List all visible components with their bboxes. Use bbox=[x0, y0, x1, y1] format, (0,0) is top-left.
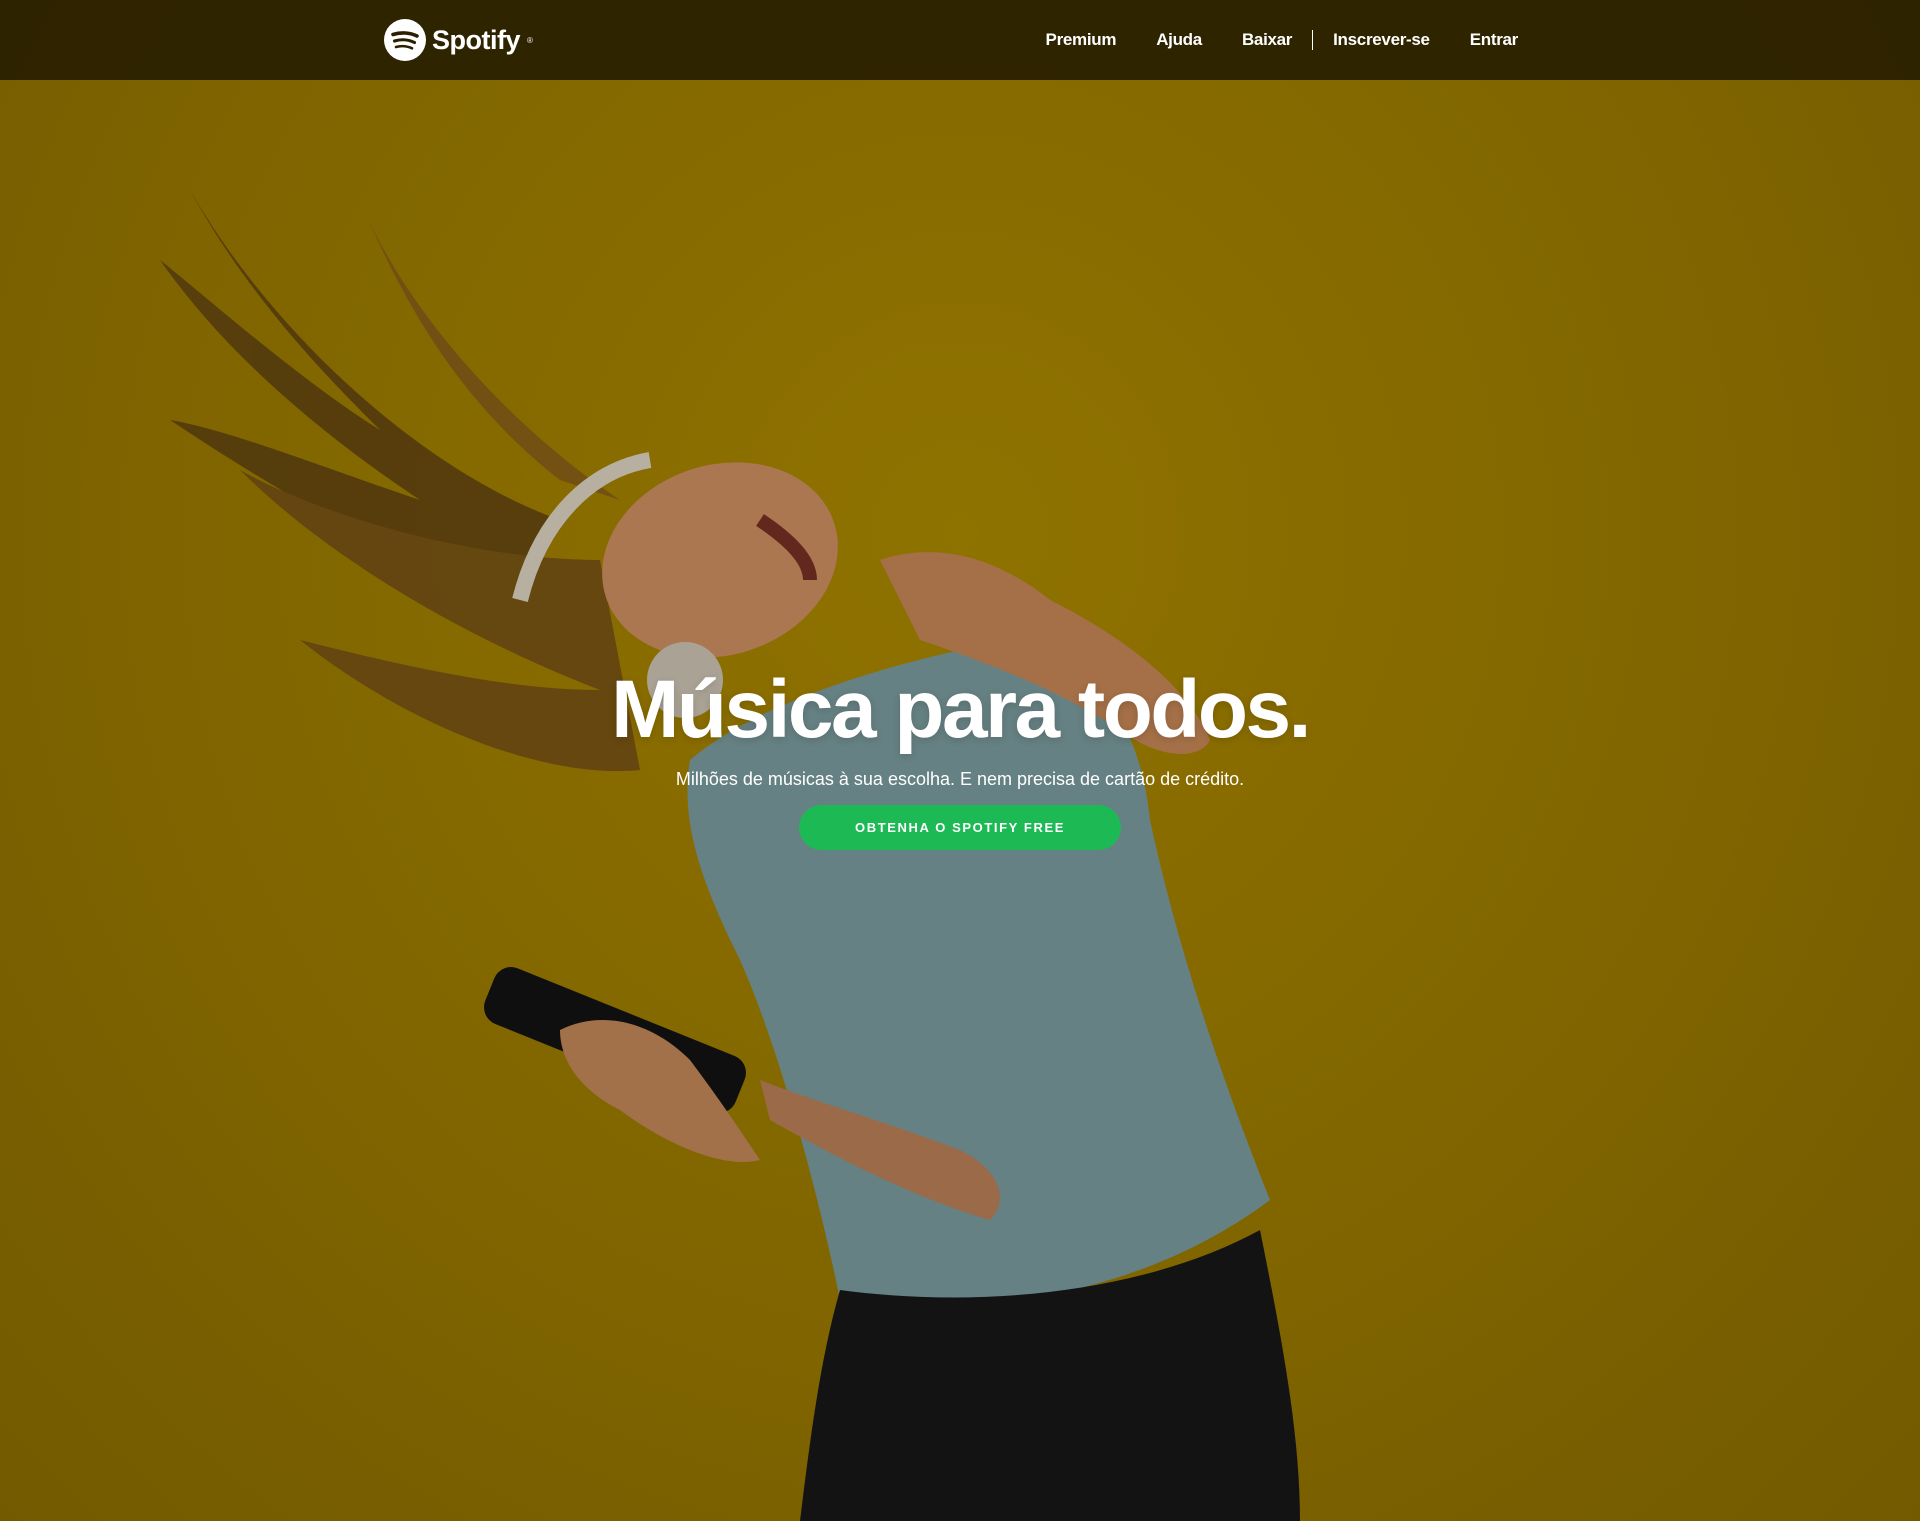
nav-link-ajuda[interactable]: Ajuda bbox=[1156, 30, 1202, 50]
nav-divider bbox=[1312, 30, 1314, 50]
brand-name: Spotify bbox=[432, 24, 521, 55]
spotify-logo-link[interactable]: Spotify ® bbox=[384, 19, 533, 61]
nav-link-baixar[interactable]: Baixar bbox=[1242, 30, 1292, 50]
top-navbar: Spotify ® Premium Ajuda Baixar Inscrever… bbox=[0, 0, 1920, 80]
get-spotify-free-button[interactable]: OBTENHA O SPOTIFY FREE bbox=[799, 805, 1121, 850]
main-nav: Premium Ajuda Baixar Inscrever-se Entrar bbox=[1006, 0, 1518, 80]
hero-content: Música para todos. Milhões de músicas à … bbox=[0, 660, 1920, 850]
hero-title: Música para todos. bbox=[611, 664, 1311, 755]
hero-subtitle: Milhões de músicas à sua escolha. E nem … bbox=[675, 769, 1245, 789]
nav-link-inscrever-se[interactable]: Inscrever-se bbox=[1333, 30, 1430, 50]
nav-link-entrar[interactable]: Entrar bbox=[1470, 30, 1519, 50]
nav-link-premium[interactable]: Premium bbox=[1046, 30, 1117, 50]
spotify-logo-icon bbox=[384, 19, 426, 61]
registered-mark: ® bbox=[527, 35, 533, 45]
